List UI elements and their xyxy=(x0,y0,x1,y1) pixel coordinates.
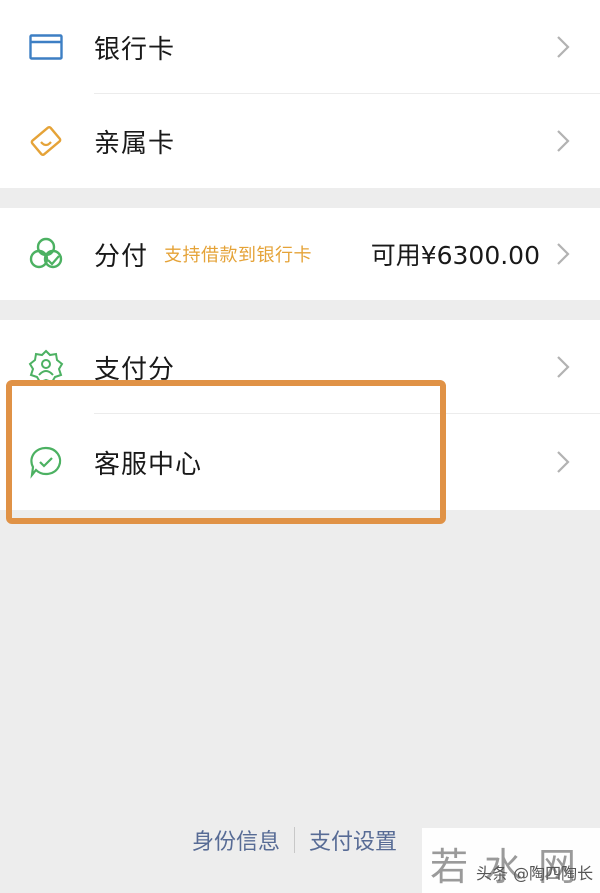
chevron-right-icon xyxy=(557,451,570,473)
bank-card-icon xyxy=(28,29,64,65)
chevron-right-icon xyxy=(557,356,570,378)
pay-score-icon xyxy=(28,349,64,385)
chevron-right-icon xyxy=(557,36,570,58)
chevron-right-icon xyxy=(557,243,570,265)
menu-item-label: 亲属卡 xyxy=(94,128,176,159)
footer-links: 身份信息 支付设置 xyxy=(192,824,397,856)
chevron-right-icon xyxy=(557,130,570,152)
menu-item-label: 银行卡 xyxy=(94,34,176,65)
footer-separator xyxy=(294,827,296,853)
watermark-caption: 头条 @陶四陶长 xyxy=(476,864,594,883)
menu-item-pay-score[interactable]: 支付分 xyxy=(0,320,600,414)
promo-text: 支持借款到银行卡 xyxy=(164,245,312,266)
identity-info-link[interactable]: 身份信息 xyxy=(192,824,280,856)
menu-item-label: 支付分 xyxy=(94,354,176,385)
menu-item-bank-card[interactable]: 银行卡 xyxy=(0,0,600,94)
credit-group: 分付 支持借款到银行卡 可用¥6300.00 xyxy=(0,208,600,300)
customer-service-icon xyxy=(28,444,64,480)
card-group: 银行卡 亲属卡 xyxy=(0,0,600,188)
menu-item-fenfu[interactable]: 分付 支持借款到银行卡 可用¥6300.00 xyxy=(0,208,600,300)
service-group: 支付分 客服中心 xyxy=(0,320,600,510)
payment-settings-link[interactable]: 支付设置 xyxy=(309,824,397,856)
menu-item-label: 客服中心 xyxy=(94,449,203,480)
menu-item-label: 分付 xyxy=(94,241,149,272)
menu-item-family-card[interactable]: 亲属卡 xyxy=(0,94,600,188)
menu-item-customer-service[interactable]: 客服中心 xyxy=(0,414,600,510)
available-amount: 可用¥6300.00 xyxy=(370,241,540,270)
fenfu-icon xyxy=(28,236,64,272)
family-card-icon xyxy=(28,123,64,159)
